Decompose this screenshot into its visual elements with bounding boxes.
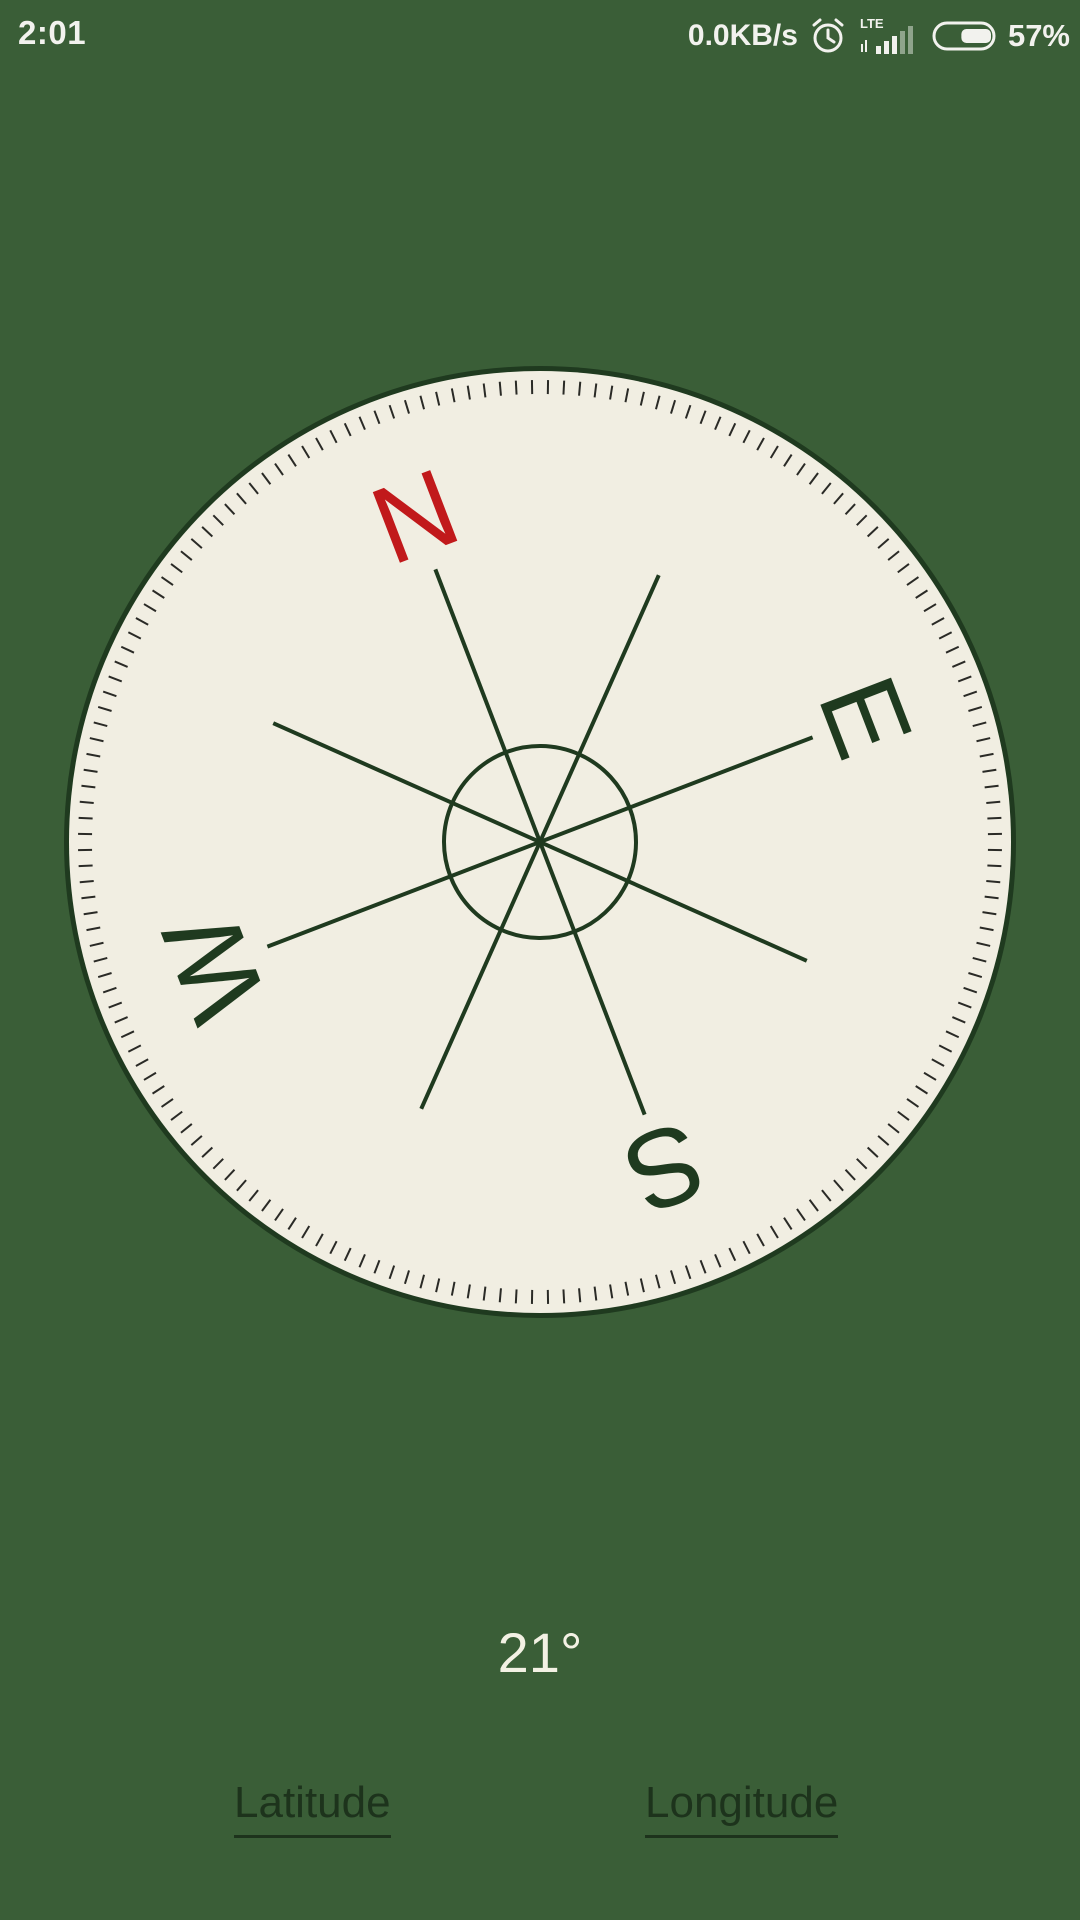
network-type-label: LTE [860, 16, 884, 31]
compass-dial: N E S W [60, 362, 1020, 1322]
status-bar: 2:01 0.0KB/s LTE 57% [0, 0, 1080, 72]
signal-strength-icon: LTE [858, 14, 922, 58]
longitude-field[interactable]: Longitude [645, 1775, 839, 1838]
status-right: 0.0KB/s LTE 57% [688, 14, 1070, 58]
compass-screen: 2:01 0.0KB/s LTE 57% N E S W 21° Latitud… [0, 0, 1080, 1920]
status-time: 2:01 [18, 14, 87, 51]
latitude-field[interactable]: Latitude [234, 1775, 391, 1838]
network-speed: 0.0KB/s [687, 19, 798, 52]
battery-percent: 57% [1007, 18, 1070, 53]
battery-icon [932, 19, 998, 53]
alarm-clock-icon [808, 16, 848, 56]
heading-degrees: 21° [497, 1621, 583, 1684]
